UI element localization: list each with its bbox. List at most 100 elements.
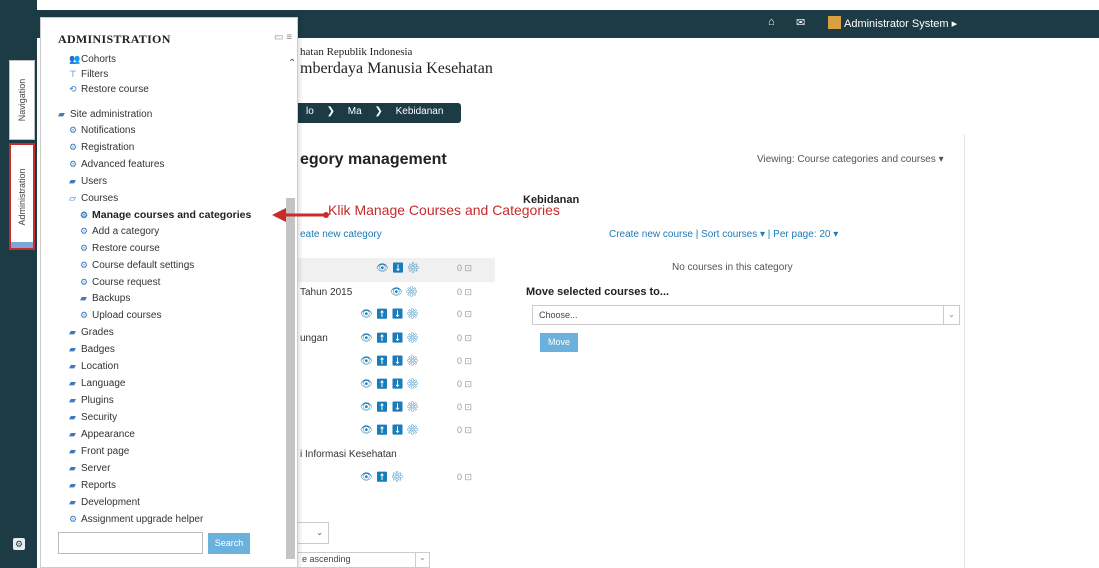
- gear-icon: ⚙: [80, 226, 89, 236]
- tree-item-appearance[interactable]: ▰ Appearance: [69, 429, 135, 440]
- tree-item-label: Site administration: [70, 109, 153, 120]
- category-actions[interactable]: 👁 ⬆ ⬇ ⚙: [360, 309, 419, 320]
- folder-icon: ▰: [69, 176, 76, 186]
- site-brand[interactable]: hatan Republik Indonesia mberdaya Manusi…: [300, 46, 493, 78]
- message-icon[interactable]: ✉: [796, 16, 805, 29]
- category-name[interactable]: Tahun 2015: [300, 287, 352, 298]
- search-button[interactable]: Search: [208, 533, 250, 554]
- admin-search-input[interactable]: [58, 532, 203, 554]
- annotation-text: Klik Manage Courses and Categories: [328, 202, 560, 218]
- folder-open-icon: ▱: [69, 193, 76, 203]
- tree-item-registration[interactable]: ⚙ Registration: [69, 142, 134, 153]
- tree-item-server[interactable]: ▰ Server: [69, 463, 110, 474]
- panel-dock-icon[interactable]: ▭ ≡: [274, 32, 292, 43]
- tree-item-filters[interactable]: ⊤ Filters: [69, 69, 108, 80]
- user-menu[interactable]: Administrator System ▸: [828, 16, 957, 30]
- category-count: 0 ⊡: [457, 287, 473, 297]
- tree-item-reports[interactable]: ▰ Reports: [69, 480, 116, 491]
- tree-item-label: Course request: [92, 277, 161, 288]
- tree-item-restore-course-admin[interactable]: ⚙ Restore course: [80, 243, 160, 254]
- avatar: [828, 16, 841, 29]
- category-row[interactable]: 👁 ⬆ ⬇ ⚙ 0 ⊡: [300, 356, 500, 372]
- category-row[interactable]: 👁 ⬆ ⬇ ⚙ 0 ⊡: [300, 379, 500, 395]
- category-actions[interactable]: 👁 ⬆ ⬇ ⚙: [360, 402, 419, 413]
- chevron-down-icon: ⌄: [415, 553, 429, 567]
- tree-item-label: Assignment upgrade helper: [81, 514, 204, 525]
- tree-item-course-request[interactable]: ⚙ Course request: [80, 277, 160, 288]
- category-actions[interactable]: 👁 ⚙: [390, 287, 418, 298]
- tree-item-language[interactable]: ▰ Language: [69, 378, 126, 389]
- tree-item-cohorts[interactable]: 👥Cohorts: [69, 54, 116, 65]
- tree-item-restore-course[interactable]: ⟲ Restore course: [69, 84, 149, 95]
- tree-item-label: Plugins: [81, 395, 114, 406]
- move-target-select[interactable]: Choose... ⌄: [532, 305, 960, 325]
- dock-settings-icon[interactable]: ⚙: [13, 538, 25, 550]
- scrollbar[interactable]: [286, 198, 295, 559]
- viewing-selector[interactable]: Viewing: Course categories and courses ▾: [757, 154, 944, 165]
- category-row[interactable]: 👁 ⬆ ⬇ ⚙ 0 ⊡: [300, 309, 500, 325]
- scroll-up-icon[interactable]: ⌃: [288, 58, 296, 69]
- tree-item-security[interactable]: ▰ Security: [69, 412, 117, 423]
- tree-item-label: Notifications: [81, 125, 136, 136]
- category-row[interactable]: ungan 👁 ⬆ ⬇ ⚙ 0 ⊡: [300, 333, 500, 349]
- home-icon[interactable]: ⌂: [768, 16, 775, 28]
- category-row[interactable]: 👁 ⬆ ⬇ ⚙ 0 ⊡: [300, 402, 500, 418]
- tree-item-users[interactable]: ▰ Users: [69, 176, 107, 187]
- tree-item-assignment-upgrade-helper[interactable]: ⚙ Assignment upgrade helper: [69, 514, 203, 525]
- annotation-arrow-icon: [272, 208, 329, 222]
- tree-item-label: Advanced features: [81, 159, 165, 170]
- category-count: 0 ⊡: [457, 379, 473, 389]
- category-name[interactable]: i Informasi Kesehatan: [300, 449, 397, 460]
- tree-item-development[interactable]: ▰ Development: [69, 497, 140, 508]
- dock-tab-administration[interactable]: Administration: [9, 143, 35, 250]
- tree-item-course-default-settings[interactable]: ⚙ Course default settings: [80, 260, 194, 271]
- sort-select[interactable]: e ascending ⌄: [298, 552, 430, 568]
- create-category-link[interactable]: eate new category: [300, 229, 382, 240]
- category-row[interactable]: Tahun 2015 👁 ⚙ 0 ⊡: [300, 287, 500, 303]
- tree-item-advanced-features[interactable]: ⚙ Advanced features: [69, 159, 164, 170]
- category-actions[interactable]: 👁 ⬆ ⬇ ⚙: [360, 333, 419, 344]
- category-row[interactable]: 👁 ⬆ ⬇ ⚙ 0 ⊡: [300, 425, 500, 441]
- breadcrumb-item[interactable]: Ma: [348, 106, 362, 117]
- bulk-action-select[interactable]: ⌄: [298, 522, 329, 544]
- category-row[interactable]: 👁 ⬆ ⚙ 0 ⊡: [300, 472, 500, 488]
- move-target-value: Choose...: [539, 310, 578, 320]
- tree-item-label: Development: [81, 497, 140, 508]
- left-dock: Navigation Administration ⚙: [0, 0, 37, 568]
- tree-item-badges[interactable]: ▰ Badges: [69, 344, 115, 355]
- move-button[interactable]: Move: [540, 333, 578, 352]
- category-actions[interactable]: 👁 ⬆ ⬇ ⚙: [360, 356, 419, 367]
- category-row[interactable]: i Informasi Kesehatan: [300, 449, 500, 465]
- tree-item-label: Cohorts: [81, 54, 117, 65]
- tree-item-add-category[interactable]: ⚙ Add a category: [80, 226, 159, 237]
- user-name: Administrator System ▸: [844, 18, 958, 30]
- gear-icon: ⚙: [80, 243, 89, 253]
- tree-item-manage-courses[interactable]: ⚙ Manage courses and categories: [80, 209, 251, 221]
- category-count: 0 ⊡: [457, 356, 473, 366]
- folder-icon: ▰: [69, 429, 76, 439]
- tree-item-plugins[interactable]: ▰ Plugins: [69, 395, 114, 406]
- category-actions[interactable]: 👁 ⬇ ⚙: [376, 263, 420, 274]
- tree-item-label: Front page: [81, 446, 130, 457]
- category-actions[interactable]: 👁 ⬆ ⬇ ⚙: [360, 379, 419, 390]
- category-name[interactable]: ungan: [300, 333, 328, 344]
- tree-item-label: Registration: [81, 142, 135, 153]
- dock-tab-administration-label: Administration: [17, 167, 27, 226]
- tree-item-backups[interactable]: ▰ Backups: [80, 293, 130, 304]
- tree-item-grades[interactable]: ▰ Grades: [69, 327, 114, 338]
- course-listing-links[interactable]: Create new course | Sort courses ▾ | Per…: [609, 229, 838, 240]
- category-actions[interactable]: 👁 ⬆ ⚙: [360, 472, 404, 483]
- breadcrumb-item[interactable]: Kebidanan: [396, 106, 444, 117]
- dock-tab-navigation[interactable]: Navigation: [9, 60, 35, 140]
- tree-item-courses[interactable]: ▱ Courses: [69, 193, 118, 204]
- brand-line-1: hatan Republik Indonesia: [300, 46, 413, 58]
- tree-item-upload-courses[interactable]: ⚙ Upload courses: [80, 310, 161, 321]
- breadcrumb-item[interactable]: lo: [306, 106, 314, 117]
- tree-item-location[interactable]: ▰ Location: [69, 361, 119, 372]
- tree-item-front-page[interactable]: ▰ Front page: [69, 446, 129, 457]
- category-actions[interactable]: 👁 ⬆ ⬇ ⚙: [360, 425, 419, 436]
- tree-item-site-administration[interactable]: ▰ Site administration: [58, 109, 152, 120]
- folder-icon: ▰: [69, 327, 76, 337]
- category-row[interactable]: 👁 ⬇ ⚙ 0 ⊡: [300, 263, 500, 279]
- tree-item-notifications[interactable]: ⚙ Notifications: [69, 125, 135, 136]
